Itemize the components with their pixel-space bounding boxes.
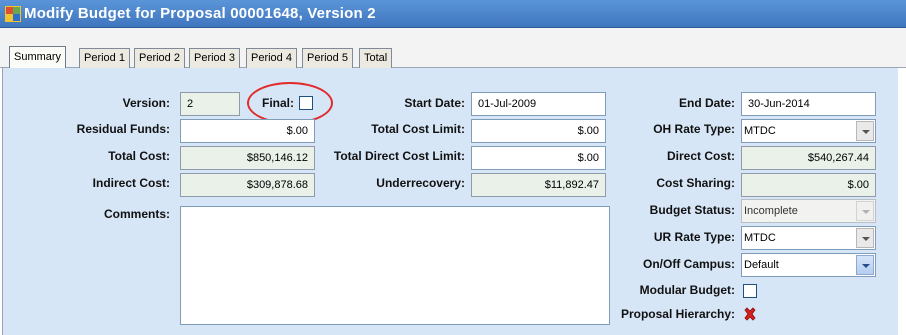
- comments-textarea[interactable]: [180, 206, 610, 325]
- modular-budget-checkbox[interactable]: [743, 284, 757, 298]
- start-date-label: Start Date:: [404, 96, 465, 110]
- budget-status-value: Incomplete: [744, 205, 798, 217]
- tab-period-1[interactable]: Period 1: [79, 48, 130, 68]
- red-x-icon[interactable]: [743, 307, 757, 321]
- indirect-cost-field: $309,878.68: [180, 173, 315, 197]
- ur-rate-type-dropdown[interactable]: MTDC: [741, 226, 876, 250]
- proposal-hierarchy-label: Proposal Hierarchy:: [620, 307, 735, 321]
- underrecovery-label: Underrecovery:: [376, 176, 465, 190]
- comments-label: Comments:: [103, 207, 170, 221]
- end-date-field[interactable]: 30-Jun-2014: [741, 92, 876, 116]
- budget-status-dropdown: Incomplete: [741, 199, 876, 223]
- oh-rate-type-dropdown[interactable]: MTDC: [741, 119, 876, 143]
- end-date-label: End Date:: [678, 96, 735, 110]
- ur-rate-type-label: UR Rate Type:: [653, 230, 735, 244]
- direct-cost-label: Direct Cost:: [666, 149, 735, 163]
- chevron-down-icon[interactable]: [856, 255, 874, 275]
- budget-status-label: Budget Status:: [649, 203, 735, 217]
- app-icon: [5, 6, 21, 22]
- tab-period-3[interactable]: Period 3: [189, 48, 240, 68]
- on-off-campus-label: On/Off Campus:: [643, 257, 735, 271]
- indirect-cost-label: Indirect Cost:: [92, 176, 170, 190]
- chevron-down-icon: [856, 201, 874, 221]
- on-off-campus-value: Default: [744, 259, 779, 271]
- tab-period-2[interactable]: Period 2: [134, 48, 185, 68]
- total-cost-field: $850,146.12: [180, 146, 315, 170]
- on-off-campus-dropdown[interactable]: Default: [741, 253, 876, 277]
- total-cost-limit-label: Total Cost Limit:: [371, 122, 465, 136]
- tab-summary[interactable]: Summary: [9, 46, 67, 69]
- tab-total[interactable]: Total: [359, 48, 393, 68]
- oh-rate-type-value: MTDC: [744, 125, 776, 137]
- chevron-down-icon[interactable]: [856, 228, 874, 248]
- chevron-down-icon[interactable]: [856, 121, 874, 141]
- total-cost-label: Total Cost:: [108, 149, 170, 163]
- window-title: Modify Budget for Proposal 00001648, Ver…: [24, 5, 376, 22]
- total-cost-limit-field[interactable]: $.00: [471, 119, 606, 143]
- version-field: 2: [180, 92, 240, 116]
- highlight-circle: [247, 82, 333, 124]
- total-direct-cost-limit-field[interactable]: $.00: [471, 146, 606, 170]
- oh-rate-type-label: OH Rate Type:: [653, 122, 735, 136]
- tab-period-4[interactable]: Period 4: [246, 48, 297, 68]
- ur-rate-type-value: MTDC: [744, 232, 776, 244]
- residual-funds-label: Residual Funds:: [76, 122, 170, 136]
- version-label: Version:: [122, 96, 170, 110]
- tab-period-5[interactable]: Period 5: [302, 48, 353, 68]
- cost-sharing-label: Cost Sharing:: [656, 176, 735, 190]
- start-date-field[interactable]: 01-Jul-2009: [471, 92, 606, 116]
- residual-funds-field[interactable]: $.00: [180, 119, 315, 143]
- modular-budget-label: Modular Budget:: [639, 283, 735, 297]
- direct-cost-field: $540,267.44: [741, 146, 876, 170]
- total-direct-cost-limit-label: Total Direct Cost Limit:: [333, 149, 465, 163]
- cost-sharing-field: $.00: [741, 173, 876, 197]
- underrecovery-field: $11,892.47: [471, 173, 606, 197]
